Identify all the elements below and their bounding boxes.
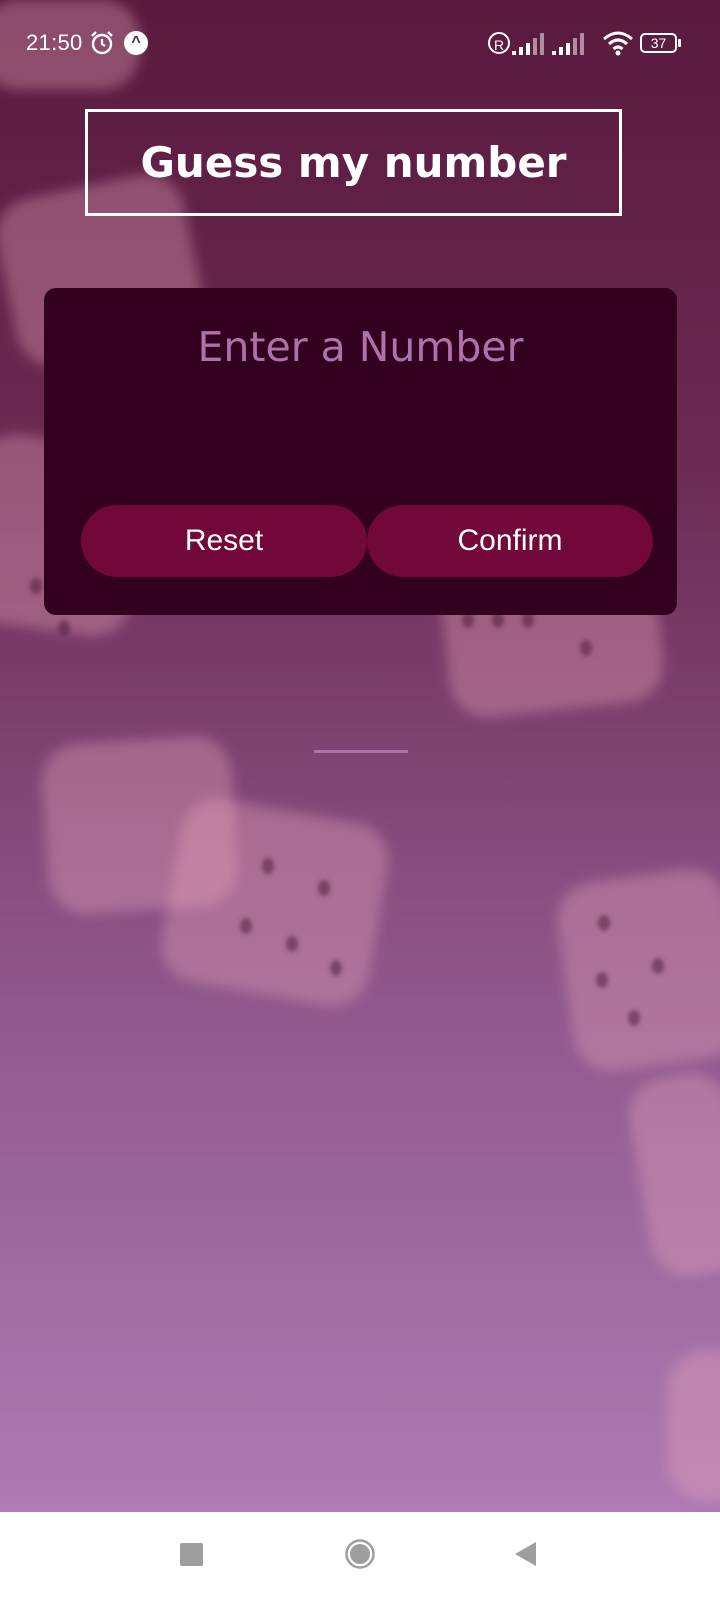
back-icon[interactable]: [512, 1540, 538, 1568]
die-pip: [652, 958, 664, 974]
die-pip: [598, 915, 610, 931]
wifi-icon: [603, 31, 633, 56]
die-pip: [580, 640, 592, 656]
alarm-icon: [91, 31, 113, 55]
die-pip: [240, 918, 252, 934]
background-die-decoration: [668, 1350, 720, 1500]
number-input[interactable]: [314, 708, 408, 753]
signal-icon: [552, 33, 584, 55]
a-notification-icon: ^: [124, 31, 148, 55]
title-box: Guess my number: [85, 109, 622, 216]
die-pip: [286, 936, 298, 952]
die-pip: [596, 972, 608, 988]
page-title: Guess my number: [140, 138, 567, 187]
roaming-icon: R: [488, 32, 510, 54]
die-pip: [30, 578, 42, 594]
die-pip: [628, 1010, 640, 1026]
status-bar: 21:50 ^ R 37: [0, 0, 720, 88]
background-die-decoration: [155, 793, 395, 1012]
die-pip: [262, 858, 274, 874]
background-die-decoration: [623, 1067, 720, 1283]
die-pip: [318, 880, 330, 896]
die-pip: [58, 620, 70, 636]
app-screen: [0, 0, 720, 1512]
recent-apps-icon[interactable]: [180, 1543, 203, 1566]
reset-button[interactable]: Reset: [81, 505, 367, 577]
confirm-button[interactable]: Confirm: [367, 505, 653, 577]
battery-icon: 37: [640, 33, 682, 53]
status-time: 21:50: [26, 30, 83, 55]
card-heading: Enter a Number: [197, 323, 524, 371]
signal-icon: [512, 33, 544, 55]
die-pip: [330, 960, 342, 976]
home-icon[interactable]: [344, 1538, 376, 1570]
battery-level: 37: [650, 35, 667, 51]
background-die-decoration: [552, 864, 720, 1076]
